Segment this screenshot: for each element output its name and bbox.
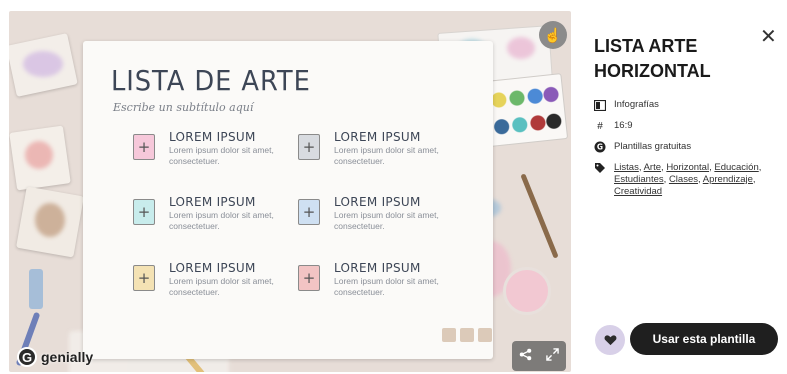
item-heading: LOREM IPSUM (334, 195, 421, 209)
tag-link[interactable]: Aprendizaje (703, 174, 753, 185)
share-icon[interactable] (519, 348, 532, 364)
item-text: Lorem ipsum dolor sit amet, consectetuer… (169, 145, 274, 166)
plus-icon[interactable]: + (298, 199, 320, 225)
slide-subtitle: Escribe un subtítulo aquí (113, 101, 254, 114)
tag-link[interactable]: Horizontal (666, 162, 709, 173)
mini-button[interactable] (442, 328, 456, 342)
paint-jar (503, 267, 551, 315)
template-detail: LISTA DE ARTE Escribe un subtítulo aquí … (0, 0, 787, 374)
slide-title: LISTA DE ARTE (111, 64, 311, 97)
tag-link[interactable]: Creatividad (614, 186, 662, 197)
list-item: + LOREM IPSUM Lorem ipsum dolor sit amet… (133, 195, 283, 241)
template-title: LISTA ARTE HORIZONTAL (594, 36, 711, 81)
svg-text:G: G (597, 143, 603, 152)
palette-lid-blob-2 (507, 37, 535, 59)
item-text: Lorem ipsum dolor sit amet, consectetuer… (169, 276, 274, 297)
close-icon[interactable]: ✕ (760, 24, 777, 48)
item-heading: LOREM IPSUM (169, 195, 256, 209)
item-heading: LOREM IPSUM (169, 261, 256, 275)
portrait-blob (35, 203, 65, 237)
list-item: + LOREM IPSUM Lorem ipsum dolor sit amet… (298, 261, 448, 307)
favorite-button[interactable] (595, 325, 625, 355)
plus-icon[interactable]: + (133, 199, 155, 225)
preview-controls (512, 341, 566, 371)
plus-icon[interactable]: + (298, 265, 320, 291)
genially-logo: G genially (17, 347, 93, 367)
item-heading: LOREM IPSUM (334, 130, 421, 144)
tag-link[interactable]: Estudiantes (614, 174, 664, 185)
tag-link[interactable]: Educación (714, 162, 758, 173)
ratio-icon: # (597, 120, 603, 132)
genially-logo-text: genially (41, 349, 94, 365)
template-preview[interactable]: LISTA DE ARTE Escribe un subtítulo aquí … (9, 11, 571, 372)
category-label: Infografías (614, 99, 659, 110)
tag-list: Listas, Arte, Horizontal, Educación, Est… (614, 162, 762, 197)
meta-plan: G Plantillas gratuitas (594, 141, 691, 153)
plan-label: Plantillas gratuitas (614, 141, 692, 152)
tag-link[interactable]: Clases (669, 174, 698, 185)
meta-ratio: # 16:9 (594, 120, 633, 132)
plus-icon[interactable]: + (298, 134, 320, 160)
watercolor-blob (23, 51, 63, 77)
item-heading: LOREM IPSUM (334, 261, 421, 275)
item-text: Lorem ipsum dolor sit amet, consectetuer… (169, 210, 274, 231)
touch-icon[interactable]: ☝ (539, 21, 567, 49)
list-item: + LOREM IPSUM Lorem ipsum dolor sit amet… (133, 130, 283, 176)
meta-category: Infografías (594, 99, 659, 111)
fullscreen-icon[interactable] (546, 348, 559, 364)
plus-icon[interactable]: + (133, 265, 155, 291)
ratio-label: 16:9 (614, 120, 633, 131)
meta-tags: Listas, Arte, Horizontal, Educación, Est… (594, 162, 764, 198)
list-item: + LOREM IPSUM Lorem ipsum dolor sit amet… (298, 130, 448, 176)
mini-button[interactable] (478, 328, 492, 342)
tag-link[interactable]: Arte (644, 162, 661, 173)
item-text: Lorem ipsum dolor sit amet, consectetuer… (334, 276, 439, 297)
use-template-button[interactable]: Usar esta plantilla (630, 323, 778, 355)
tag-icon (594, 162, 606, 174)
heart-icon (604, 335, 616, 346)
infographic-icon (594, 99, 606, 111)
list-item: + LOREM IPSUM Lorem ipsum dolor sit amet… (298, 195, 448, 241)
slide-mini-buttons (442, 328, 492, 342)
item-text: Lorem ipsum dolor sit amet, consectetuer… (334, 145, 439, 166)
tag-link[interactable]: Listas (614, 162, 639, 173)
genially-icon: G (594, 141, 606, 153)
mini-button[interactable] (460, 328, 474, 342)
genially-logo-icon: G (17, 347, 37, 367)
flower-blob (25, 141, 53, 169)
item-text: Lorem ipsum dolor sit amet, consectetuer… (334, 210, 439, 231)
item-heading: LOREM IPSUM (169, 130, 256, 144)
plus-icon[interactable]: + (133, 134, 155, 160)
list-item: + LOREM IPSUM Lorem ipsum dolor sit amet… (133, 261, 283, 307)
blue-paint-strip (29, 269, 43, 309)
paintbrush (520, 173, 559, 259)
